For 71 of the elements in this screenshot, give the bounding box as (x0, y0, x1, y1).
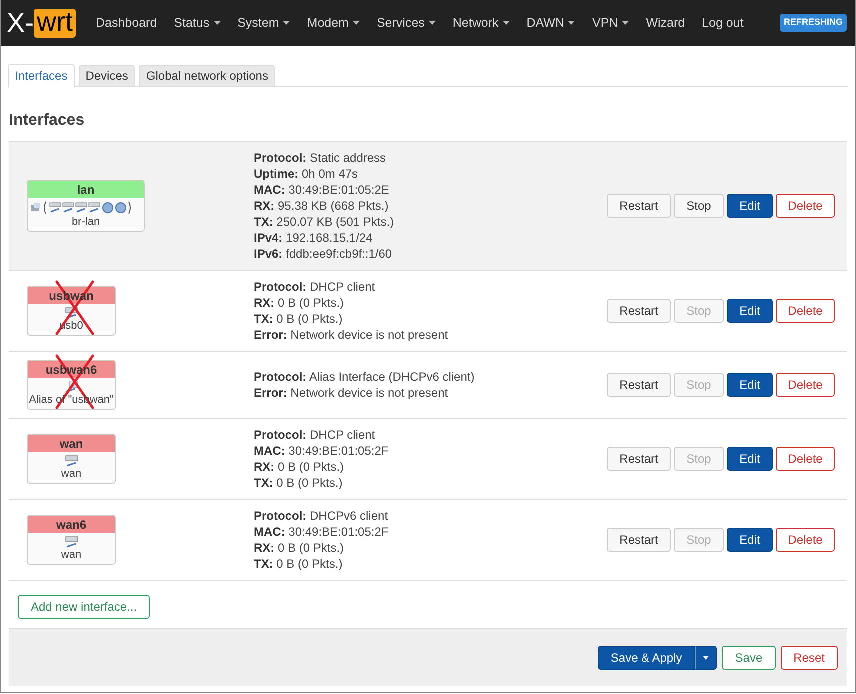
section-heading: Interfaces (9, 111, 86, 131)
restart-button[interactable]: Restart (607, 373, 671, 397)
detail-line: Protocol: DHCP client (254, 427, 376, 443)
delete-button[interactable]: Delete (776, 373, 835, 397)
ethernet-port-icon (64, 536, 78, 548)
nav-menu-item[interactable]: Modem (307, 14, 360, 32)
nav-menu-item[interactable]: System (238, 14, 290, 32)
detail-line: TX: 0 B (0 Pkts.) (254, 556, 344, 572)
logo[interactable]: X-wrt (7, 8, 76, 38)
edit-button[interactable]: Edit (727, 194, 773, 218)
ethernet-port-icon (64, 307, 78, 319)
device-name: br-lan (72, 215, 100, 229)
detail-line: MAC: 30:49:BE:01:05:2F (254, 524, 390, 540)
stop-button[interactable]: Stop (674, 194, 724, 218)
caret-icon (703, 656, 710, 660)
nav-menu-item[interactable]: DAWN (526, 14, 576, 32)
nav-menu-item[interactable]: Log out (702, 14, 744, 32)
add-interface-button[interactable]: Add new interface... (18, 595, 150, 619)
edit-button[interactable]: Edit (727, 299, 773, 323)
logo-highlight: wrt (34, 8, 76, 38)
restart-button[interactable]: Restart (607, 299, 671, 323)
detail-line: TX: 250.07 KB (501 Pkts.) (254, 214, 396, 230)
reset-button[interactable]: Reset (780, 646, 838, 670)
delete-button[interactable]: Delete (776, 528, 835, 552)
detail-line: TX: 0 B (0 Pkts.) (254, 311, 344, 327)
detail-line: RX: 0 B (0 Pkts.) (254, 295, 346, 311)
tab[interactable]: Global network options (139, 65, 276, 87)
interface-name: wan6 (56, 518, 86, 532)
edit-button[interactable]: Edit (727, 447, 773, 471)
nav-menu-item[interactable]: Network (452, 14, 510, 32)
detail-line: RX: 95.38 KB (668 Pkts.) (254, 198, 390, 214)
save-apply-button[interactable]: Save & Apply (598, 646, 696, 670)
refreshing-badge: REFRESHING (780, 14, 847, 32)
detail-line: Protocol: DHCP client (254, 279, 376, 295)
detail-line: RX: 0 B (0 Pkts.) (254, 459, 346, 475)
interface-name: wan (60, 437, 84, 451)
device-name: wan (61, 467, 82, 481)
restart-button[interactable]: Restart (607, 528, 671, 552)
detail-line: IPv6: fddb:ee9f:cb9f::1/60 (254, 246, 394, 262)
tab[interactable]: Interfaces (8, 64, 75, 88)
tab[interactable]: Devices (78, 65, 136, 87)
delete-button[interactable]: Delete (776, 194, 835, 218)
detail-line: Error: Network device is not present (254, 385, 450, 401)
detail-line: Protocol: Static address (254, 150, 388, 166)
edit-button[interactable]: Edit (727, 528, 773, 552)
detail-line: Protocol: Alias Interface (DHCPv6 client) (254, 369, 476, 385)
detail-line: Protocol: DHCPv6 client (254, 508, 390, 524)
restart-button[interactable]: Restart (607, 194, 671, 218)
detail-line: MAC: 30:49:BE:01:05:2F (254, 443, 390, 459)
detail-line: MAC: 30:49:BE:01:05:2E (254, 182, 390, 198)
save-button[interactable]: Save (722, 646, 776, 670)
detail-line: RX: 0 B (0 Pkts.) (254, 540, 346, 556)
delete-button[interactable]: Delete (776, 447, 835, 471)
edit-button[interactable]: Edit (727, 373, 773, 397)
nav-menu-item[interactable]: Services (376, 14, 436, 32)
nav-menu-item[interactable]: Wizard (646, 14, 686, 32)
delete-button[interactable]: Delete (776, 299, 835, 323)
nav-menu-item[interactable]: Dashboard (96, 14, 158, 32)
alias-device-icon (64, 381, 78, 393)
detail-line: IPv4: 192.168.15.1/24 (254, 230, 374, 246)
device-name: wan (61, 548, 82, 562)
logo-text: X- (7, 10, 34, 36)
interface-name: lan (77, 183, 95, 197)
detail-line: TX: 0 B (0 Pkts.) (254, 475, 344, 491)
restart-button[interactable]: Restart (607, 447, 671, 471)
nav-menu-item[interactable]: VPN (592, 14, 630, 32)
detail-line: Uptime: 0h 0m 47s (254, 166, 360, 182)
dropdown-toggle-button[interactable] (695, 646, 718, 670)
nav-menu-item[interactable]: Status (174, 14, 221, 32)
ethernet-port-icon (64, 455, 78, 467)
detail-line: Error: Network device is not present (254, 327, 450, 343)
